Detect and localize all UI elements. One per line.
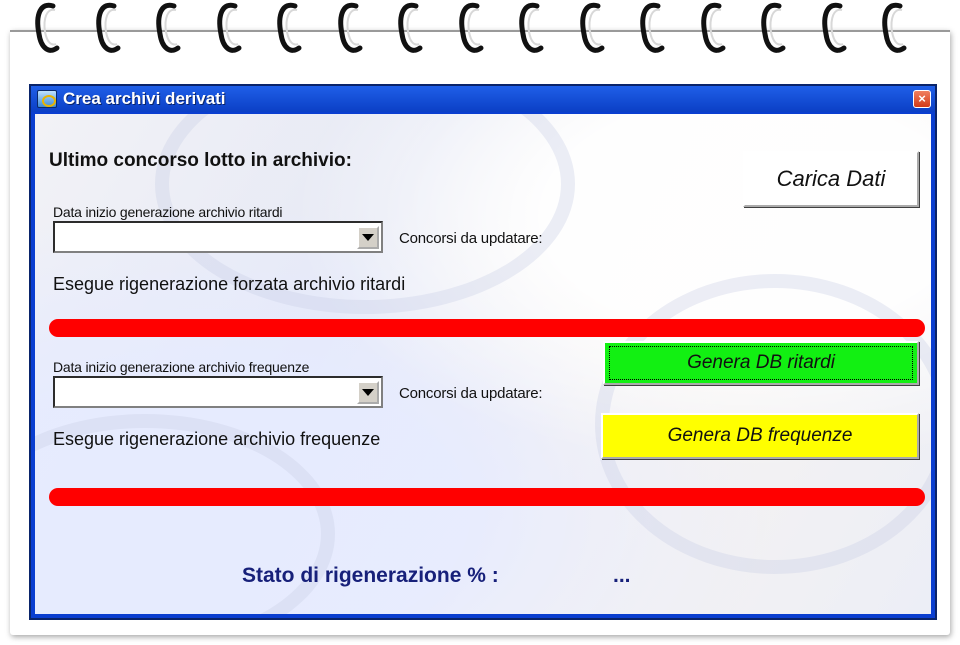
spiral-binding-icon	[519, 2, 544, 53]
spiral-binding-icon	[761, 2, 786, 53]
chevron-down-icon[interactable]	[357, 226, 379, 249]
status-label: Stato di rigenerazione % :	[242, 564, 499, 587]
spiral-binding-icon	[398, 2, 423, 53]
delays-date-label: Data inizio generazione archivio ritardi	[53, 204, 283, 220]
frequencies-progress-bar	[49, 488, 925, 506]
spiral-binding-icon	[821, 2, 846, 53]
spiral-binding-icon	[35, 2, 60, 53]
app-icon	[37, 90, 57, 108]
dialog-window: Crea archivi derivati × Ultimo concorso …	[29, 84, 937, 620]
last-draw-label: Ultimo concorso lotto in archivio:	[49, 150, 352, 171]
generate-delays-label: Genera DB ritardi	[609, 346, 913, 380]
frequencies-description: Esegue rigenerazione archivio frequenze	[53, 429, 381, 449]
delays-description: Esegue rigenerazione forzata archivio ri…	[53, 274, 406, 294]
spiral-binding-icon	[882, 2, 907, 53]
spiral-binding-icon	[216, 2, 241, 53]
frequencies-date-label: Data inizio generazione archivio frequen…	[53, 359, 310, 375]
spiral-binding-icon	[277, 2, 302, 53]
load-data-button[interactable]: Carica Dati	[743, 151, 919, 207]
spiral-binding-icon	[640, 2, 665, 53]
spiral-binding-icon	[579, 2, 604, 53]
spiral-binding-icon	[458, 2, 483, 53]
spiral-binding-icon	[700, 2, 725, 53]
delays-date-select[interactable]	[53, 221, 383, 253]
spiral-binding-icon	[95, 2, 120, 53]
title-bar[interactable]: Crea archivi derivati ×	[31, 86, 935, 112]
generate-delays-button[interactable]: Genera DB ritardi	[603, 341, 919, 385]
window-title: Crea archivi derivati	[63, 89, 226, 108]
client-area: Ultimo concorso lotto in archivio: Caric…	[35, 114, 931, 614]
frequencies-date-select[interactable]	[53, 376, 383, 408]
delays-to-update-label: Concorsi da updatare:	[399, 230, 543, 247]
spiral-binding-icon	[337, 2, 362, 53]
spiral-binding-icon	[156, 2, 181, 53]
frequencies-to-update-label: Concorsi da updatare:	[399, 385, 543, 402]
delays-progress-bar	[49, 319, 925, 337]
status-value: ...	[613, 564, 631, 587]
chevron-down-icon[interactable]	[357, 381, 379, 404]
generate-frequencies-button[interactable]: Genera DB frequenze	[601, 413, 919, 459]
close-icon[interactable]: ×	[913, 90, 931, 108]
